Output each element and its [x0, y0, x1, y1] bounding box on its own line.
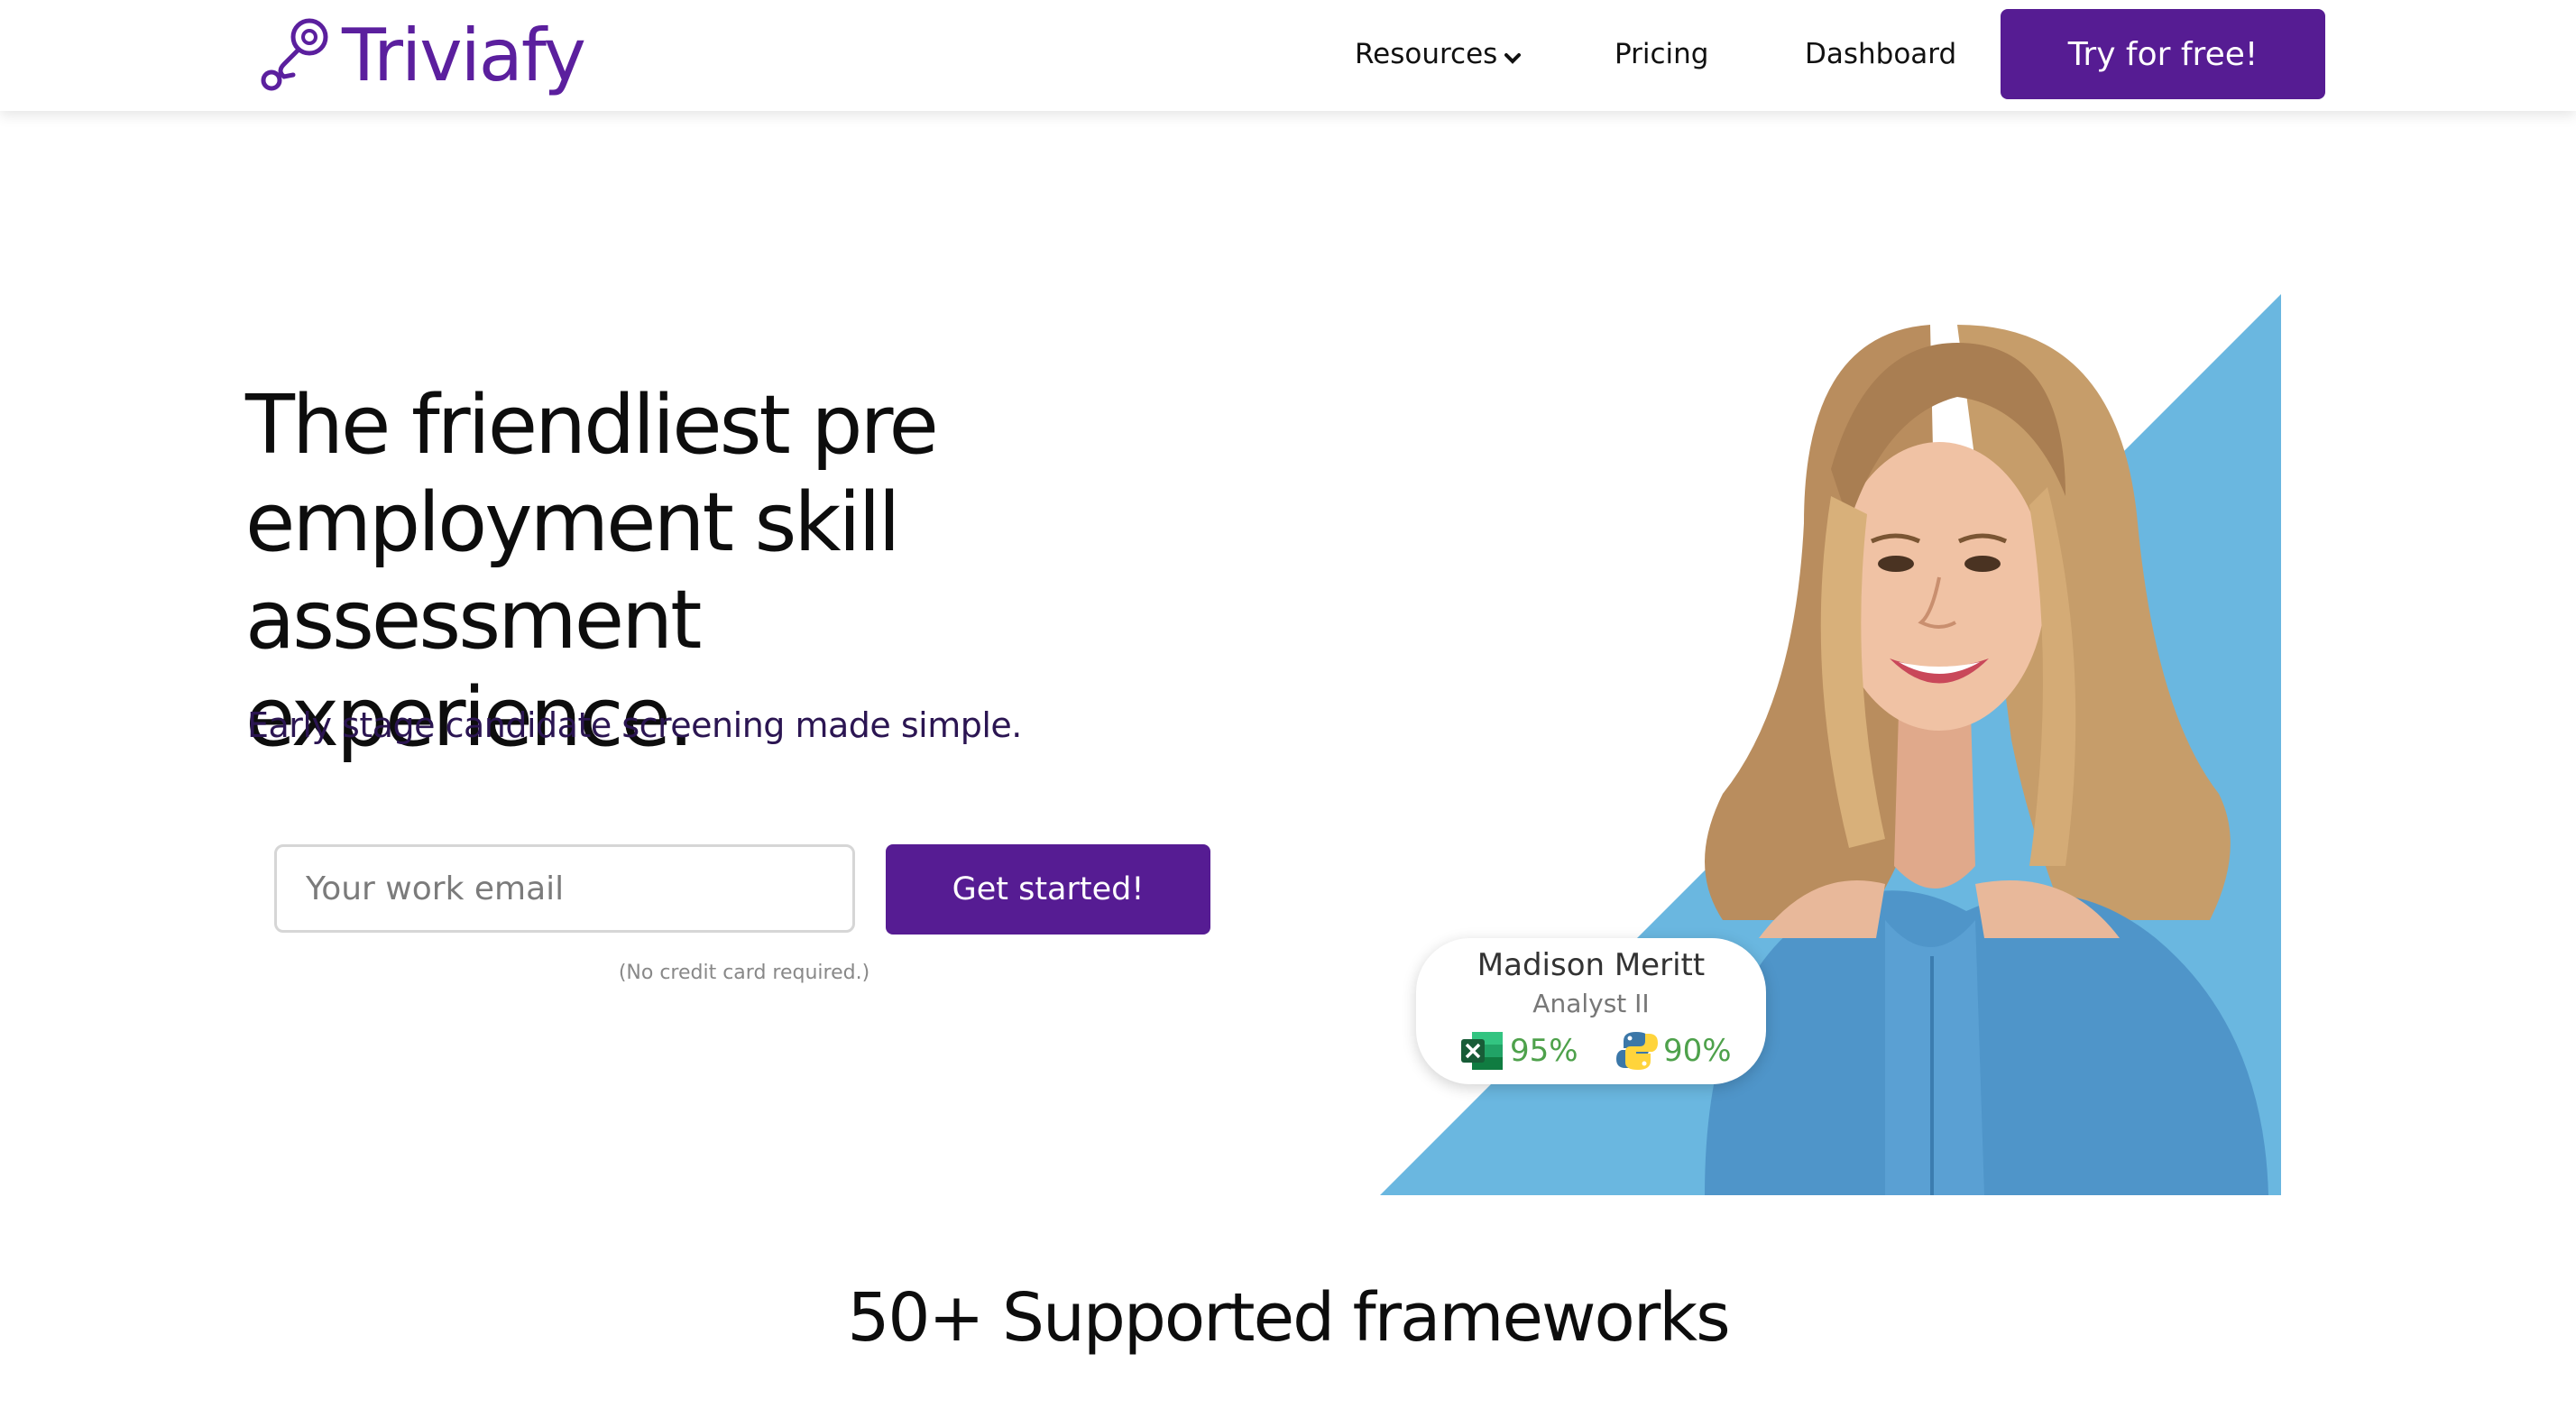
- no-credit-card-note: (No credit card required.): [618, 962, 870, 984]
- frameworks-heading: 50+ Supported frameworks: [847, 1279, 1730, 1357]
- python-icon: [1616, 1032, 1658, 1070]
- brand-name: Triviafy: [342, 14, 586, 97]
- nav-pricing[interactable]: Pricing: [1615, 32, 1709, 76]
- excel-score: 95%: [1459, 1030, 1578, 1072]
- nav-dashboard[interactable]: Dashboard: [1805, 32, 1956, 76]
- key-link-icon: [261, 18, 328, 91]
- candidate-profile-card: Madison Meritt Analyst II 95% 90%: [1416, 938, 1766, 1084]
- get-started-button[interactable]: Get started!: [886, 844, 1210, 935]
- hero-title-line: employment skill: [245, 475, 901, 570]
- chevron-down-icon: [1504, 34, 1522, 78]
- nav-resources-label: Resources: [1355, 38, 1498, 70]
- nav-resources[interactable]: Resources: [1355, 32, 1522, 78]
- try-for-free-button[interactable]: Try for free!: [2001, 9, 2325, 99]
- excel-score-value: 95%: [1510, 1033, 1578, 1069]
- brand-logo[interactable]: Triviafy: [257, 11, 586, 101]
- candidate-role: Analyst II: [1532, 989, 1650, 1018]
- excel-icon: [1461, 1032, 1503, 1070]
- python-score: 90%: [1616, 1030, 1732, 1072]
- hero-subtitle: Early stage candidate screening made sim…: [247, 705, 1022, 745]
- candidate-name: Madison Meritt: [1477, 947, 1706, 983]
- work-email-input[interactable]: [274, 844, 855, 933]
- python-score-value: 90%: [1663, 1033, 1732, 1069]
- top-navbar: Triviafy Resources Pricing Dashboard Try…: [0, 0, 2576, 111]
- hero-title-line: The friendliest pre: [245, 378, 939, 473]
